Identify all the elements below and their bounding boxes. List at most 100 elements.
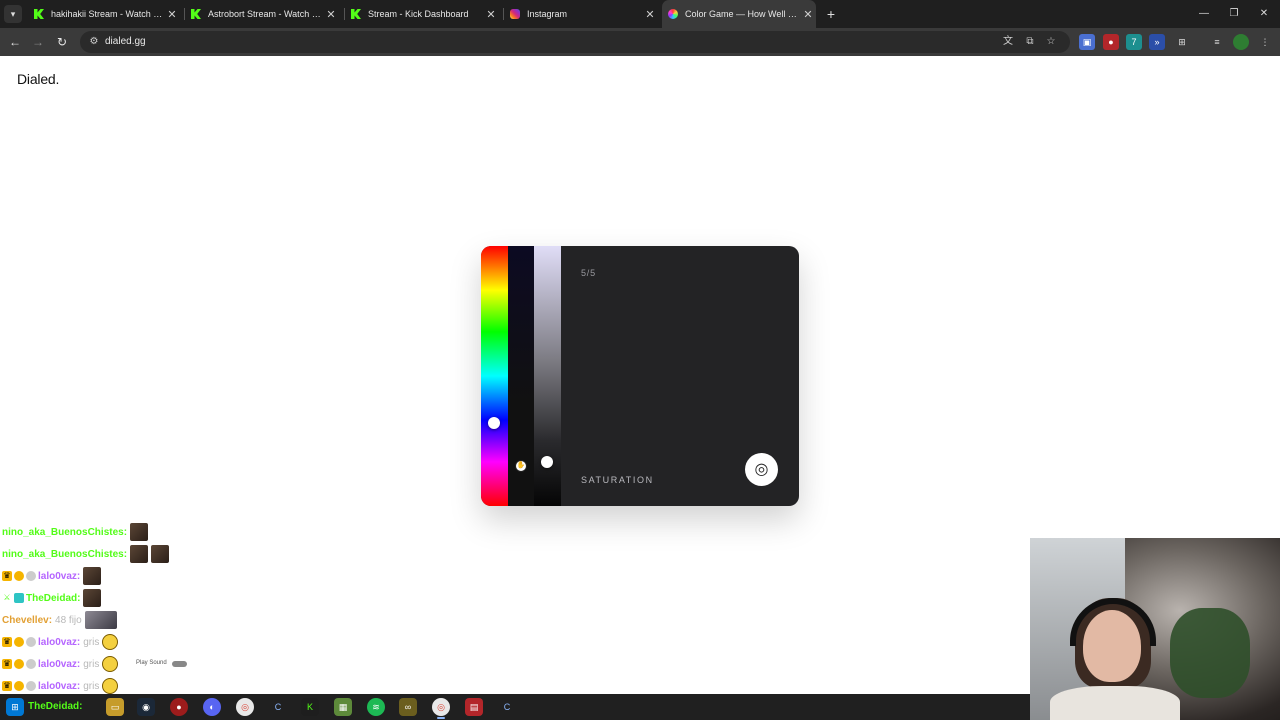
site-info-icon[interactable]: ⚙ (86, 34, 102, 50)
start-windows-icon[interactable]: ⊞ (6, 698, 24, 716)
webcam-plant (1170, 608, 1250, 698)
spotify-icon[interactable]: ≋ (367, 698, 385, 716)
tab-title: Astrobort Stream - Watch Live o (208, 9, 323, 19)
profile-avatar[interactable] (1233, 34, 1249, 50)
color-game-card: ✋ 5/5 SATURATION ◎ (481, 246, 799, 506)
moderator-badge-icon (14, 593, 24, 603)
close-tab-icon[interactable]: ✕ (323, 8, 339, 21)
tab-instagram[interactable]: Instagram ✕ (508, 0, 658, 28)
url-text[interactable]: dialed.gg (105, 31, 146, 53)
tab-divider (184, 8, 185, 20)
extension-icon[interactable]: ▣ (1079, 34, 1095, 50)
tab-search-button[interactable]: ▾ (4, 5, 22, 23)
steam-icon[interactable]: ◉ (137, 698, 155, 716)
install-app-icon[interactable]: ⧉ (1022, 34, 1038, 50)
close-tab-icon[interactable]: ✕ (483, 8, 499, 21)
tab-title: Stream - Kick Dashboard (368, 9, 469, 19)
saturation-slider[interactable]: ✋ (508, 246, 534, 506)
tab-kick-dashboard[interactable]: Stream - Kick Dashboard ✕ (349, 0, 499, 28)
play-sound-label[interactable]: Play Sound (136, 660, 167, 666)
smiley-emote-icon (102, 634, 119, 650)
media-controls-icon[interactable]: ≡ (1209, 34, 1225, 50)
minimize-button[interactable]: — (1189, 0, 1219, 28)
gift-badge-icon (26, 637, 36, 647)
file-explorer-icon[interactable]: ▭ (106, 698, 124, 716)
forward-button[interactable]: → (29, 33, 47, 51)
emote-image (130, 545, 149, 563)
chat-message: nino_aka_BuenosChistes: (2, 522, 149, 542)
submit-guess-button[interactable]: ◎ (745, 453, 778, 486)
kick-icon (351, 9, 361, 19)
hand-cursor-icon: ✋ (515, 460, 527, 472)
close-window-button[interactable]: ✕ (1249, 0, 1279, 28)
sub-badge-icon (14, 659, 24, 669)
chrome-active-icon[interactable]: ◎ (432, 698, 450, 719)
lightness-slider[interactable] (534, 246, 561, 506)
back-button[interactable]: ← (6, 33, 24, 51)
sub-badge-icon (14, 637, 24, 647)
tab-hakihakii[interactable]: hakihakii Stream - Watch Live o ✕ (30, 0, 180, 28)
chat-message: nino_aka_BuenosChistes: (2, 544, 170, 564)
hue-slider-handle[interactable] (488, 416, 500, 429)
gift-badge-icon (26, 681, 36, 691)
webcam-feed (1030, 538, 1280, 720)
new-tab-button[interactable]: + (822, 5, 840, 23)
chat-text: gris (83, 658, 100, 670)
chat-text: 48 fijo (55, 614, 82, 626)
translate-icon[interactable]: 文 (1000, 34, 1016, 50)
voicemeeter-icon[interactable]: ▤ (465, 698, 483, 716)
kick-app-icon[interactable]: K (301, 698, 319, 716)
app-c-icon[interactable]: C (498, 698, 516, 716)
tab-astrobort[interactable]: Astrobort Stream - Watch Live o ✕ (189, 0, 339, 28)
chat-username: lalo0vaz: (38, 658, 81, 670)
extensions-puzzle-icon[interactable]: ⊞ (1174, 34, 1190, 50)
play-sound-toggle[interactable] (172, 661, 187, 667)
active-parameter-label: SATURATION (581, 475, 654, 485)
discord-icon[interactable]: ◐ (203, 698, 221, 716)
chat-username: TheDeidad: (26, 592, 81, 604)
sub-badge-icon (14, 681, 24, 691)
kick-icon (34, 9, 44, 19)
close-tab-icon[interactable]: ✕ (642, 8, 658, 21)
menu-kebab-icon[interactable]: ⋮ (1257, 34, 1273, 50)
chat-username: nino_aka_BuenosChistes: (2, 548, 128, 560)
tab-title: Instagram (527, 9, 568, 19)
smiley-emote-icon (102, 678, 119, 694)
chat-text: gris (83, 680, 100, 692)
color-wheel-icon (668, 9, 678, 19)
extension-icon[interactable]: 7 (1126, 34, 1142, 50)
address-bar[interactable]: ⚙ dialed.gg 文 ⧉ ☆ (80, 31, 1070, 53)
tab-color-game[interactable]: Color Game — How Well Can Y ✕ (662, 0, 816, 28)
chrome-icon[interactable]: ◎ (236, 698, 254, 716)
restore-button[interactable]: ❐ (1219, 0, 1249, 28)
tab-title: Color Game — How Well Can Y (685, 9, 800, 19)
emote-image (84, 611, 117, 629)
reload-button[interactable]: ↻ (53, 33, 71, 51)
round-progress: 5/5 (581, 268, 596, 278)
tab-divider (503, 8, 504, 20)
extension-icon[interactable]: ● (1103, 34, 1119, 50)
webcam-person-body (1050, 686, 1180, 720)
obs-icon[interactable]: ● (170, 698, 188, 716)
chat-message: ♛ lalo0vaz: gris (2, 632, 119, 652)
chat-username: Chevellev: (2, 614, 53, 626)
crown-badge-icon: ♛ (2, 659, 12, 669)
emote-image (151, 545, 170, 563)
minecraft-icon[interactable]: ▦ (334, 698, 352, 716)
lightness-slider-handle[interactable] (541, 455, 553, 468)
app-c-icon[interactable]: C (269, 698, 287, 716)
screen: ▾ hakihakii Stream - Watch Live o ✕ Astr… (0, 0, 1280, 720)
extension-icon[interactable]: » (1149, 34, 1165, 50)
close-tab-icon[interactable]: ✕ (800, 8, 816, 21)
kick-icon (191, 9, 201, 19)
tab-title: hakihakii Stream - Watch Live o (51, 9, 164, 19)
bookmark-star-icon[interactable]: ☆ (1043, 34, 1059, 50)
hue-slider[interactable] (481, 246, 508, 506)
chat-username: lalo0vaz: (38, 680, 81, 692)
chat-text: gris (83, 636, 100, 648)
chat-message: ⚔ TheDeidad: (2, 588, 102, 608)
close-tab-icon[interactable]: ✕ (164, 8, 180, 21)
chat-username: nino_aka_BuenosChistes: (2, 526, 128, 538)
app-goggles-icon[interactable]: ∞ (399, 698, 417, 716)
site-logo[interactable]: Dialed. (17, 71, 59, 87)
